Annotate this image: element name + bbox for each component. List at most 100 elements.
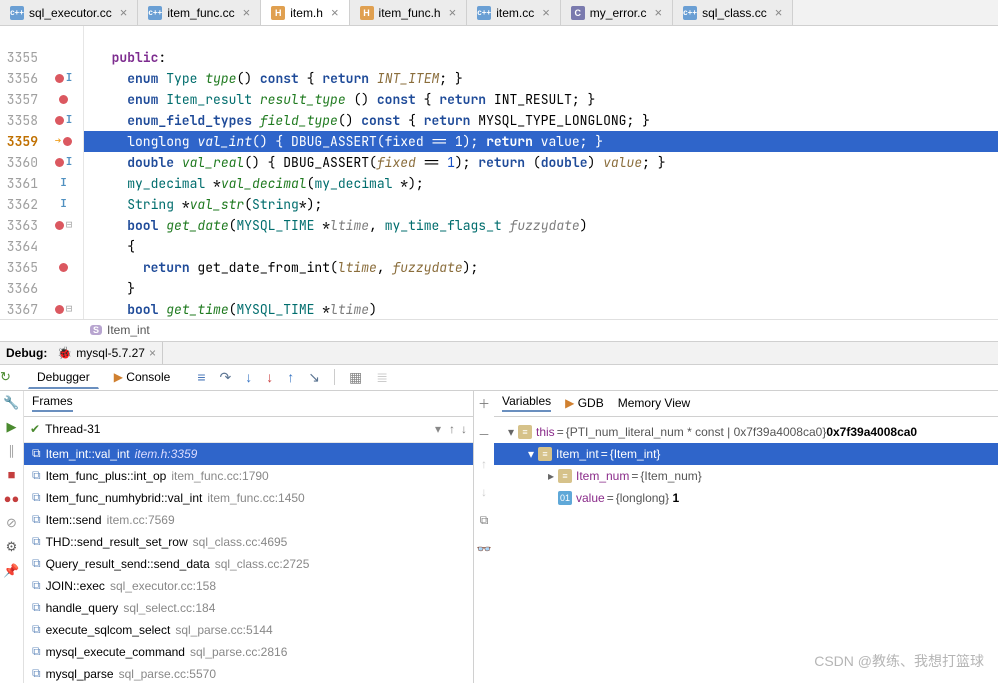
- stop-button[interactable]: ■: [0, 463, 23, 487]
- file-tab[interactable]: c++sql_class.cc×: [673, 0, 793, 25]
- close-icon[interactable]: ×: [654, 5, 662, 20]
- code-line[interactable]: bool get_date(MYSQL_TIME *ltime, my_time…: [84, 215, 998, 236]
- variable-row[interactable]: 01value = {longlong} 1: [494, 487, 998, 509]
- rerun-button[interactable]: ↻: [0, 365, 11, 389]
- remove-watch-icon[interactable]: －: [478, 426, 490, 443]
- code-editor[interactable]: 3355335633573358335933603361336233633364…: [0, 26, 998, 319]
- variable-row[interactable]: ▾≡Item_int = {Item_int}: [494, 443, 998, 465]
- file-tab[interactable]: Hitem.h×: [261, 0, 349, 25]
- code-line[interactable]: String *val_str(String*);: [84, 194, 998, 215]
- file-tab[interactable]: c++item.cc×: [467, 0, 561, 25]
- variables-tree[interactable]: ▾≡this = {PTI_num_literal_num * const | …: [494, 417, 998, 513]
- file-tab[interactable]: c++item_func.cc×: [138, 0, 261, 25]
- close-icon[interactable]: ×: [449, 5, 457, 20]
- step-over-icon[interactable]: ↷: [220, 369, 232, 386]
- gutter-icons[interactable]: II➔III⊟⊟: [44, 26, 84, 319]
- wrench-icon[interactable]: 🔧: [0, 391, 23, 415]
- breakpoint-icon[interactable]: [55, 221, 64, 230]
- expand-icon[interactable]: ▾: [524, 447, 538, 461]
- run-to-cursor-icon[interactable]: ↘: [308, 369, 320, 386]
- view-breakpoints-icon[interactable]: ●●: [0, 487, 23, 511]
- close-icon[interactable]: ×: [149, 346, 156, 360]
- fold-icon[interactable]: ⊟: [66, 215, 73, 236]
- close-icon[interactable]: ×: [542, 5, 550, 20]
- up-icon[interactable]: ↑: [481, 457, 487, 471]
- stack-frame[interactable]: ⧉mysql_parse sql_parse.cc:5570: [24, 663, 473, 683]
- breakpoint-icon[interactable]: [59, 95, 68, 104]
- variable-row[interactable]: ▾≡this = {PTI_num_literal_num * const | …: [494, 421, 998, 443]
- trace-icon[interactable]: ≣: [376, 369, 388, 386]
- stack-frame[interactable]: ⧉JOIN::exec sql_executor.cc:158: [24, 575, 473, 597]
- code-line[interactable]: public:: [84, 47, 998, 68]
- close-icon[interactable]: ×: [243, 5, 251, 20]
- expand-icon[interactable]: ▸: [544, 469, 558, 483]
- thread-selector[interactable]: ✔ Thread-31 ▾ ↑ ↓: [24, 417, 473, 443]
- frame-list[interactable]: ⧉Item_int::val_int item.h:3359⧉Item_func…: [24, 443, 473, 683]
- copy-icon[interactable]: ⧉: [480, 513, 489, 528]
- breakpoint-icon[interactable]: [59, 263, 68, 272]
- console-tab[interactable]: ▶ Console: [105, 366, 180, 388]
- code-line[interactable]: bool get_time(MYSQL_TIME *ltime): [84, 299, 998, 319]
- dropdown-icon[interactable]: ▾: [435, 422, 441, 436]
- stack-frame[interactable]: ⧉Item_int::val_int item.h:3359: [24, 443, 473, 465]
- code-line[interactable]: my_decimal *val_decimal(my_decimal *);: [84, 173, 998, 194]
- prev-frame-icon[interactable]: ↑: [449, 422, 455, 436]
- debug-config-tab[interactable]: 🐞 mysql-5.7.27 ×: [51, 342, 163, 364]
- close-icon[interactable]: ×: [775, 5, 783, 20]
- stack-frame[interactable]: ⧉mysql_execute_command sql_parse.cc:2816: [24, 641, 473, 663]
- stack-frame[interactable]: ⧉Item_func_numhybrid::val_int item_func.…: [24, 487, 473, 509]
- breakpoint-icon[interactable]: [55, 305, 64, 314]
- settings-icon[interactable]: ⚙: [0, 535, 23, 559]
- code-line[interactable]: [84, 26, 998, 47]
- variables-tab[interactable]: Variables: [502, 394, 551, 412]
- code-area[interactable]: public: enum Type type() const { return …: [84, 26, 998, 319]
- breakpoint-icon[interactable]: [55, 158, 64, 167]
- stack-frame[interactable]: ⧉Query_result_send::send_data sql_class.…: [24, 553, 473, 575]
- debugger-tab[interactable]: Debugger: [28, 366, 99, 389]
- down-icon[interactable]: ↓: [481, 485, 487, 499]
- code-line[interactable]: enum Item_result result_type () const { …: [84, 89, 998, 110]
- mute-breakpoints-icon[interactable]: ⊘: [0, 511, 23, 535]
- code-line[interactable]: {: [84, 236, 998, 257]
- code-line[interactable]: enum Type type() const { return INT_ITEM…: [84, 68, 998, 89]
- file-tab[interactable]: c++sql_executor.cc×: [0, 0, 138, 25]
- gdb-tab[interactable]: ▶ GDB: [565, 396, 604, 410]
- fold-icon[interactable]: ⊟: [66, 299, 73, 319]
- stack-frame[interactable]: ⧉Item_func_plus::int_op item_func.cc:179…: [24, 465, 473, 487]
- variable-row[interactable]: ▸≡Item_num = {Item_num}: [494, 465, 998, 487]
- step-into-icon[interactable]: ↓: [245, 369, 252, 385]
- show-execution-icon[interactable]: ≡: [197, 369, 205, 385]
- breakpoint-icon[interactable]: [63, 137, 72, 146]
- breakpoint-icon[interactable]: [55, 116, 64, 125]
- pause-button[interactable]: ∥: [0, 439, 23, 463]
- override-icon[interactable]: I: [60, 173, 67, 194]
- override-icon[interactable]: I: [66, 68, 73, 89]
- file-tab[interactable]: Cmy_error.c×: [561, 0, 673, 25]
- next-frame-icon[interactable]: ↓: [461, 422, 467, 436]
- code-line[interactable]: enum_field_types field_type() const { re…: [84, 110, 998, 131]
- pin-icon[interactable]: 📌: [0, 559, 23, 583]
- glasses-icon[interactable]: 👓: [477, 542, 492, 556]
- stack-frame[interactable]: ⧉Item::send item.cc:7569: [24, 509, 473, 531]
- code-line[interactable]: return get_date_from_int(ltime, fuzzydat…: [84, 257, 998, 278]
- expand-icon[interactable]: ▾: [504, 425, 518, 439]
- override-icon[interactable]: I: [66, 110, 73, 131]
- frames-tab[interactable]: Frames: [32, 394, 73, 412]
- breadcrumb[interactable]: S Item_int: [0, 319, 998, 341]
- breakpoint-icon[interactable]: [55, 74, 64, 83]
- force-step-into-icon[interactable]: ↓: [266, 369, 273, 385]
- close-icon[interactable]: ×: [120, 5, 128, 20]
- step-out-icon[interactable]: ↑: [287, 369, 294, 385]
- code-line[interactable]: double val_real() { DBUG_ASSERT(fixed ==…: [84, 152, 998, 173]
- resume-button[interactable]: ▶: [0, 415, 23, 439]
- stack-frame[interactable]: ⧉execute_sqlcom_select sql_parse.cc:5144: [24, 619, 473, 641]
- close-icon[interactable]: ×: [331, 5, 339, 20]
- breadcrumb-struct[interactable]: Item_int: [107, 323, 150, 337]
- code-line[interactable]: longlong val_int() { DBUG_ASSERT(fixed =…: [84, 131, 998, 152]
- evaluate-icon[interactable]: ▦: [349, 369, 362, 386]
- override-icon[interactable]: I: [66, 152, 73, 173]
- memory-view-tab[interactable]: Memory View: [618, 396, 690, 410]
- add-watch-icon[interactable]: ＋: [478, 395, 490, 412]
- stack-frame[interactable]: ⧉THD::send_result_set_row sql_class.cc:4…: [24, 531, 473, 553]
- code-line[interactable]: }: [84, 278, 998, 299]
